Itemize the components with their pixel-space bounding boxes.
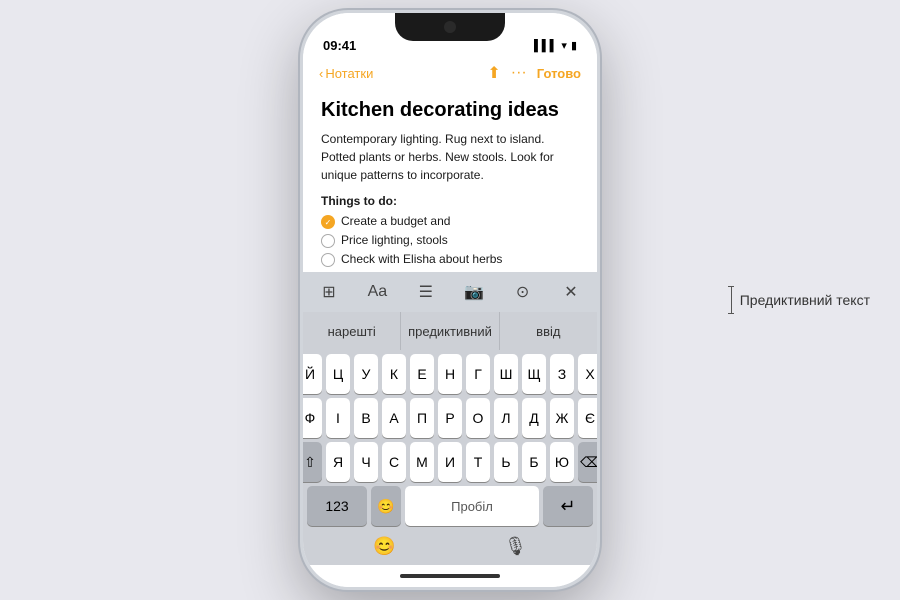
note-body: Contemporary lighting. Rug next to islan… [321, 130, 579, 184]
key-й[interactable]: Й [303, 354, 322, 394]
note-content: Kitchen decorating ideas Contemporary li… [303, 89, 597, 272]
key-ж[interactable]: Ж [550, 398, 574, 438]
annotation: Предиктивний текст [731, 286, 870, 314]
key-б[interactable]: Б [522, 442, 546, 482]
todo-text-3: Check with Elisha about herbs [341, 252, 502, 266]
todo-check-1[interactable]: ✓ [321, 215, 335, 229]
key-а[interactable]: А [382, 398, 406, 438]
key-н[interactable]: Н [438, 354, 462, 394]
share-icon[interactable]: ⬆ [487, 63, 500, 83]
predictive-bar: нарешті предиктивний ввід [303, 312, 597, 350]
markup-icon[interactable]: ⊙ [509, 278, 537, 306]
keyboard-row-3: ⇧ Я Ч С М И Т Ь Б Ю ⌫ [307, 442, 593, 482]
key-х[interactable]: Х [578, 354, 597, 394]
backspace-key[interactable]: ⌫ [578, 442, 597, 482]
predictive-word-2[interactable]: предиктивний [401, 312, 499, 350]
section-label: Things to do: [321, 194, 579, 208]
nav-back-label: Нотатки [325, 66, 373, 81]
mic-icon[interactable]: 🎙 [504, 536, 527, 557]
home-bar [400, 574, 500, 578]
shift-key[interactable]: ⇧ [303, 442, 322, 482]
status-time: 09:41 [323, 38, 356, 53]
notch [395, 13, 505, 41]
chevron-left-icon: ‹ [319, 66, 323, 81]
camera-icon[interactable]: 📷 [460, 278, 488, 306]
close-icon[interactable]: ✕ [557, 278, 585, 306]
signal-icon: ▌▌▌ [534, 40, 557, 52]
note-title: Kitchen decorating ideas [321, 99, 579, 122]
key-ф[interactable]: Ф [303, 398, 322, 438]
todo-text-1: Create a budget and [341, 214, 450, 228]
key-д[interactable]: Д [522, 398, 546, 438]
emoji-key[interactable]: 😊 [371, 486, 401, 526]
key-ш[interactable]: Ш [494, 354, 518, 394]
annotation-text: Предиктивний текст [740, 292, 870, 308]
phone: 09:41 ▌▌▌ ▾ ▮ ‹ Нотатки ⬆ ··· Гото [300, 10, 600, 590]
scene: 09:41 ▌▌▌ ▾ ▮ ‹ Нотатки ⬆ ··· Гото [0, 0, 900, 600]
keyboard-row-2: Ф І В А П Р О Л Д Ж Є [307, 398, 593, 438]
key-к[interactable]: К [382, 354, 406, 394]
key-щ[interactable]: Щ [522, 354, 546, 394]
camera-notch [444, 21, 456, 33]
table-icon[interactable]: ⊞ [315, 278, 343, 306]
todo-item-2: Price lighting, stools [321, 233, 579, 248]
phone-inner: 09:41 ▌▌▌ ▾ ▮ ‹ Нотатки ⬆ ··· Гото [303, 13, 597, 587]
wifi-icon: ▾ [561, 39, 567, 52]
space-key[interactable]: Пробіл [405, 486, 539, 526]
key-ц[interactable]: Ц [326, 354, 350, 394]
battery-icon: ▮ [571, 39, 577, 52]
nav-actions: ⬆ ··· Готово [487, 63, 581, 83]
keyboard: Й Ц У К Е Н Г Ш Щ З Х Ф І В А [303, 350, 597, 532]
key-з[interactable]: З [550, 354, 574, 394]
predictive-word-1[interactable]: нарешті [303, 312, 401, 350]
key-м[interactable]: М [410, 442, 434, 482]
key-и[interactable]: И [438, 442, 462, 482]
status-icons: ▌▌▌ ▾ ▮ [534, 39, 577, 52]
nav-back-button[interactable]: ‹ Нотатки [319, 66, 373, 81]
key-є[interactable]: Є [578, 398, 597, 438]
key-ю[interactable]: Ю [550, 442, 574, 482]
home-indicator [303, 565, 597, 587]
todo-check-3[interactable] [321, 253, 335, 267]
key-і[interactable]: І [326, 398, 350, 438]
notch-bar: 09:41 ▌▌▌ ▾ ▮ [303, 13, 597, 57]
emoji-bottom-icon[interactable]: 😊 [373, 536, 395, 557]
font-icon[interactable]: Aa [363, 278, 391, 306]
todo-text-2: Price lighting, stools [341, 233, 448, 247]
num-key[interactable]: 123 [307, 486, 367, 526]
keyboard-row-1: Й Ц У К Е Н Г Ш Щ З Х [307, 354, 593, 394]
annotation-line [731, 286, 732, 314]
key-с[interactable]: С [382, 442, 406, 482]
key-в[interactable]: В [354, 398, 378, 438]
keyboard-row-4: 123 😊 Пробіл ↵ [307, 486, 593, 526]
key-ь[interactable]: Ь [494, 442, 518, 482]
key-г[interactable]: Г [466, 354, 490, 394]
bottom-bar: 😊 🎙 [303, 532, 597, 565]
todo-item-3: Check with Elisha about herbs [321, 252, 579, 267]
predictive-word-3[interactable]: ввід [500, 312, 597, 350]
key-п[interactable]: П [410, 398, 434, 438]
done-button[interactable]: Готово [537, 66, 581, 81]
key-я[interactable]: Я [326, 442, 350, 482]
todo-check-2[interactable] [321, 234, 335, 248]
todo-item-1: ✓ Create a budget and [321, 214, 579, 229]
more-icon[interactable]: ··· [511, 64, 527, 82]
key-р[interactable]: Р [438, 398, 462, 438]
nav-bar: ‹ Нотатки ⬆ ··· Готово [303, 57, 597, 89]
key-т[interactable]: Т [466, 442, 490, 482]
key-о[interactable]: О [466, 398, 490, 438]
key-л[interactable]: Л [494, 398, 518, 438]
key-е[interactable]: Е [410, 354, 434, 394]
key-ч[interactable]: Ч [354, 442, 378, 482]
key-у[interactable]: У [354, 354, 378, 394]
toolbar: ⊞ Aa ☰ 📷 ⊙ ✕ [303, 272, 597, 312]
checklist-icon[interactable]: ☰ [412, 278, 440, 306]
return-key[interactable]: ↵ [543, 486, 593, 526]
